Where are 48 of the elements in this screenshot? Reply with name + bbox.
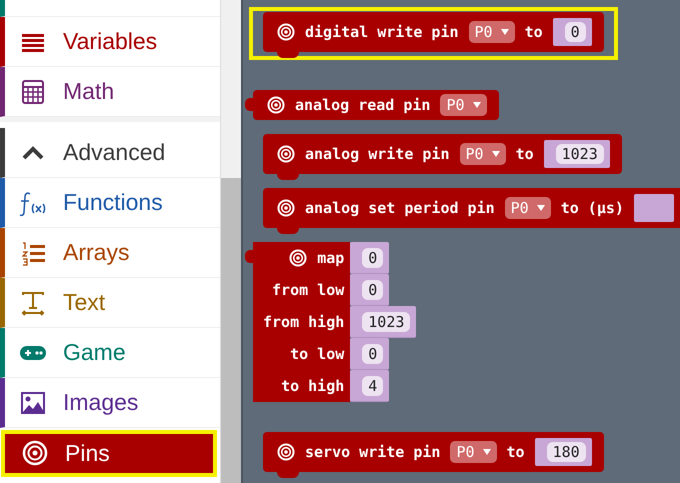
caret-icon: [472, 102, 481, 108]
block-label: to (µs): [560, 199, 624, 217]
block-label: to low: [290, 345, 344, 363]
target-icon: [277, 199, 295, 217]
block-label: to high: [281, 377, 344, 395]
caret-icon: [500, 29, 509, 35]
block-label: analog set period pin: [305, 199, 495, 217]
block-label: from high: [263, 313, 344, 331]
target-icon: [289, 249, 308, 267]
pin-dropdown[interactable]: P0: [460, 143, 506, 165]
block-label: servo write pin: [305, 443, 440, 461]
pin-dropdown[interactable]: P0: [450, 441, 497, 463]
calculator-icon: [19, 78, 47, 104]
target-icon: [277, 145, 295, 163]
number-field[interactable]: 180: [546, 442, 586, 462]
number-field[interactable]: 4: [362, 376, 384, 396]
pin-dropdown[interactable]: P0: [468, 21, 515, 43]
number-field[interactable]: 0: [362, 344, 384, 364]
target-icon: [21, 440, 49, 466]
number-field[interactable]: 0: [564, 22, 586, 42]
numbered-list-icon: [19, 240, 47, 266]
target-icon: [277, 443, 295, 461]
block-label: to: [506, 443, 525, 461]
category-item[interactable]: Pins: [2, 431, 216, 476]
number-field[interactable]: 0: [362, 280, 384, 300]
text-size-icon: [19, 290, 47, 316]
scrollbar-thumb[interactable]: [221, 178, 241, 483]
block-label: analog write pin: [305, 145, 450, 163]
block-label: to: [524, 23, 543, 41]
block-label: map: [317, 249, 344, 267]
scrollbar[interactable]: [220, 0, 241, 483]
block-label: from low: [272, 281, 344, 299]
pin-dropdown[interactable]: P0: [504, 197, 551, 219]
image-icon: [19, 390, 47, 414]
number-field[interactable]: 1023: [556, 144, 604, 164]
target-icon: [277, 23, 295, 41]
caret-icon: [492, 151, 500, 157]
number-field[interactable]: 1023: [362, 312, 410, 332]
caret-icon: [536, 205, 545, 211]
number-field[interactable]: 0: [362, 248, 384, 268]
block-label: analog read pin: [295, 96, 430, 114]
target-icon: [267, 96, 285, 114]
block-label: digital write pin: [305, 23, 459, 41]
function-icon: [19, 190, 47, 216]
caret-icon: [482, 449, 491, 455]
pin-dropdown[interactable]: P0: [440, 94, 487, 116]
value-socket: [634, 194, 674, 222]
block-label: to: [516, 145, 534, 163]
